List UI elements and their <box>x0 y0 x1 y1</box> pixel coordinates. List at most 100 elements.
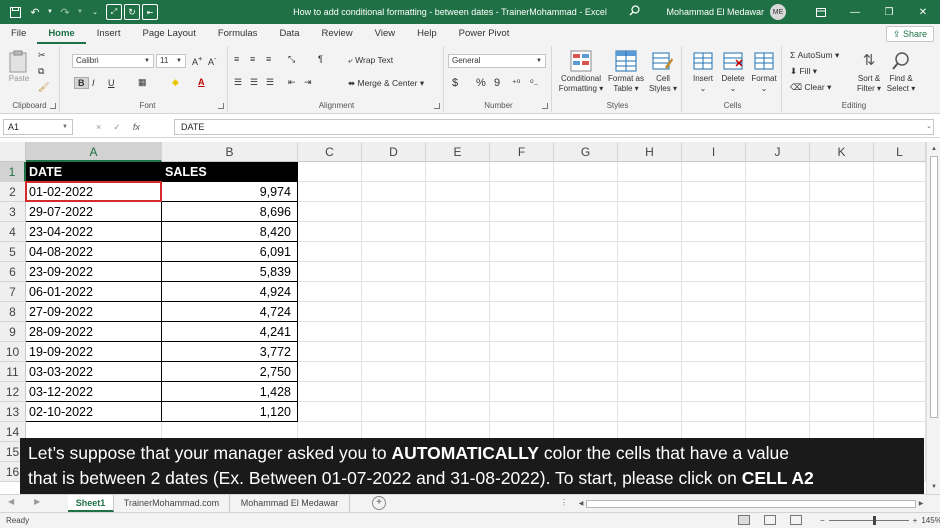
format-as-table-button[interactable]: Format as Table ▾ <box>606 50 646 94</box>
cancel-icon[interactable]: × <box>96 122 101 132</box>
search-icon[interactable] <box>624 5 644 19</box>
column-header-h[interactable]: H <box>618 142 682 162</box>
close-icon[interactable]: ✕ <box>906 0 940 24</box>
underline-button[interactable]: U <box>108 78 115 88</box>
sales-cell[interactable]: 6,091 <box>162 242 298 262</box>
align-right-icon[interactable]: ☰ <box>266 77 274 88</box>
row-header-1[interactable]: 1 <box>0 162 26 182</box>
tab-home[interactable]: Home <box>37 24 86 44</box>
date-cell[interactable]: 19-09-2022 <box>26 342 162 362</box>
font-launcher-icon[interactable] <box>218 103 224 109</box>
align-left-icon[interactable]: ☰ <box>234 77 242 88</box>
paste-button[interactable]: Paste <box>4 50 34 84</box>
header-cell[interactable]: SALES <box>162 162 298 182</box>
horizontal-scroll-thumb[interactable] <box>586 500 916 508</box>
add-sheet-icon[interactable]: + <box>372 496 386 510</box>
redo-dropdown-icon[interactable]: ▼ <box>76 3 84 21</box>
sales-cell[interactable]: 8,696 <box>162 202 298 222</box>
column-header-k[interactable]: K <box>810 142 874 162</box>
date-cell[interactable]: 29-07-2022 <box>26 202 162 222</box>
number-launcher-icon[interactable] <box>542 103 548 109</box>
tab-help[interactable]: Help <box>406 24 448 44</box>
cut-icon[interactable]: ✂ <box>38 50 46 61</box>
format-painter-icon[interactable]: 🖌 <box>38 82 49 93</box>
row-header-8[interactable]: 8 <box>0 302 26 322</box>
tab-view[interactable]: View <box>364 24 406 44</box>
align-bottom-icon[interactable]: ≡ <box>266 54 271 64</box>
copy-icon[interactable]: ⧉ <box>38 66 44 77</box>
column-header-f[interactable]: F <box>490 142 554 162</box>
fill-button[interactable]: ⬇ Fill ▾ <box>790 66 817 77</box>
user-name[interactable]: Mohammad El Medawar <box>666 7 764 17</box>
fullscreen-icon[interactable]: ⤢ <box>106 4 122 20</box>
date-cell[interactable]: 06-01-2022 <box>26 282 162 302</box>
number-format-select[interactable]: General ▼ <box>448 54 546 68</box>
delete-cells-button[interactable]: Delete ⌄ <box>718 50 748 94</box>
column-header-i[interactable]: I <box>682 142 746 162</box>
column-header-d[interactable]: D <box>362 142 426 162</box>
scroll-up-icon[interactable]: ▲ <box>927 142 940 156</box>
wrap-text-button[interactable]: ⤶ Wrap Text <box>348 55 393 66</box>
row-header-10[interactable]: 10 <box>0 342 26 362</box>
row-header-3[interactable]: 3 <box>0 202 26 222</box>
format-cells-button[interactable]: Format ⌄ <box>748 50 780 94</box>
date-cell[interactable]: 23-04-2022 <box>26 222 162 242</box>
tab-power-pivot[interactable]: Power Pivot <box>448 24 521 44</box>
select-all-corner[interactable] <box>0 142 26 162</box>
currency-button[interactable]: $ <box>452 77 458 89</box>
sales-cell[interactable]: 1,428 <box>162 382 298 402</box>
fx-icon[interactable]: fx <box>133 122 140 132</box>
row-header-5[interactable]: 5 <box>0 242 26 262</box>
save-icon[interactable] <box>6 3 24 21</box>
row-header-7[interactable]: 7 <box>0 282 26 302</box>
shrink-font-icon[interactable]: A- <box>208 54 217 67</box>
column-header-e[interactable]: E <box>426 142 490 162</box>
minimize-icon[interactable]: — <box>838 0 872 24</box>
enter-icon[interactable]: ✓ <box>113 122 121 133</box>
column-header-j[interactable]: J <box>746 142 810 162</box>
tab-page-layout[interactable]: Page Layout <box>131 24 206 44</box>
date-cell[interactable]: 28-09-2022 <box>26 322 162 342</box>
sheet-tab-sheet1[interactable]: Sheet1 <box>68 495 114 512</box>
insert-cells-button[interactable]: Insert ⌄ <box>688 50 718 94</box>
merge-center-button[interactable]: ⬌ Merge & Center ▾ <box>348 78 424 89</box>
increase-indent-icon[interactable]: ⇥ <box>304 77 312 88</box>
zoom-out-icon[interactable]: − <box>820 516 825 525</box>
date-cell[interactable]: 03-12-2022 <box>26 382 162 402</box>
avatar[interactable]: ME <box>770 4 786 20</box>
date-cell[interactable]: 04-08-2022 <box>26 242 162 262</box>
sales-cell[interactable]: 9,974 <box>162 182 298 202</box>
refresh-icon[interactable]: ↻ <box>124 4 140 20</box>
autosum-button[interactable]: Σ AutoSum ▾ <box>790 50 839 61</box>
sales-cell[interactable]: 5,839 <box>162 262 298 282</box>
sheet-tab-trainermohammad[interactable]: TrainerMohammad.com <box>114 495 230 512</box>
orientation-icon[interactable]: ⤡ <box>288 54 295 65</box>
percent-button[interactable]: % <box>476 77 486 89</box>
tab-formulas[interactable]: Formulas <box>207 24 269 44</box>
zoom-slider-thumb[interactable] <box>872 516 876 525</box>
redo-icon[interactable]: ↷ <box>56 3 74 21</box>
find-select-button[interactable]: Find & Select ▾ <box>884 50 918 94</box>
formula-input[interactable]: DATE <box>174 119 934 135</box>
borders-icon[interactable]: ▦ <box>138 77 147 88</box>
name-box[interactable]: A1 ▼ <box>3 119 73 135</box>
date-cell[interactable]: 02-10-2022 <box>26 402 162 422</box>
undo-dropdown-icon[interactable]: ▼ <box>46 3 54 21</box>
bold-button[interactable]: B <box>74 77 89 89</box>
tab-insert[interactable]: Insert <box>86 24 132 44</box>
scroll-right-icon[interactable]: ▶ <box>916 498 926 510</box>
share-button[interactable]: ⇪ Share <box>885 26 934 42</box>
row-header-6[interactable]: 6 <box>0 262 26 282</box>
zoom-level[interactable]: 145% <box>921 516 940 525</box>
header-cell[interactable]: DATE <box>26 162 162 182</box>
sales-cell[interactable]: 3,772 <box>162 342 298 362</box>
sales-cell[interactable]: 1,120 <box>162 402 298 422</box>
comma-button[interactable]: 9 <box>494 77 500 89</box>
align-top-icon[interactable]: ≡ <box>234 54 239 64</box>
sales-cell[interactable]: 8,420 <box>162 222 298 242</box>
ribbon-display-icon[interactable] <box>804 0 838 24</box>
rtl-icon[interactable]: ¶ <box>318 54 323 64</box>
vertical-scrollbar[interactable]: ▲ ▼ <box>926 142 940 494</box>
zoom-in-icon[interactable]: + <box>913 516 918 525</box>
align-center-icon[interactable]: ☰ <box>250 77 258 88</box>
